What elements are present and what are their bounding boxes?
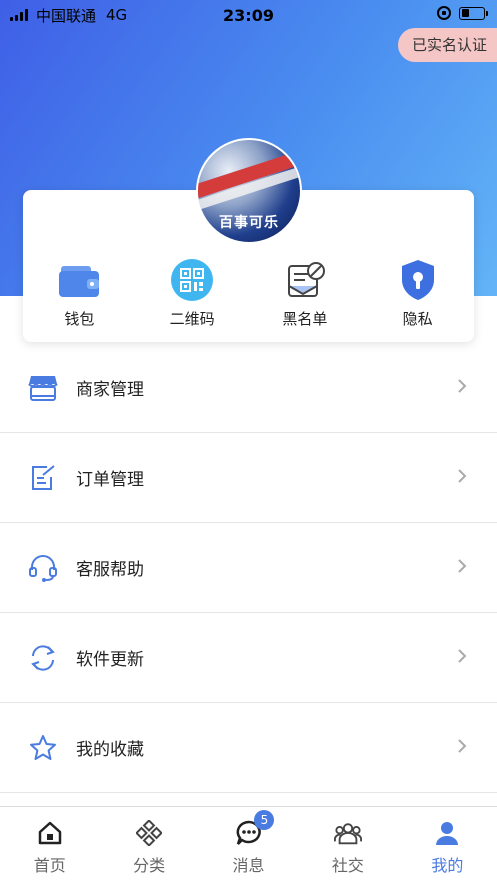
- battery-icon: [459, 6, 488, 20]
- home-icon: [36, 819, 64, 847]
- tab-messages[interactable]: 5 消息: [199, 807, 298, 883]
- quick-action-privacy[interactable]: 隐私: [361, 258, 474, 329]
- tab-social[interactable]: 社交: [298, 807, 397, 883]
- headset-icon: [28, 553, 58, 583]
- quick-action-wallet[interactable]: 钱包: [23, 258, 136, 329]
- bottom-tab-bar: 首页 分类 5 消息 社交 我的: [0, 806, 497, 883]
- avatar[interactable]: 百事可乐: [196, 138, 302, 244]
- quick-action-label: 隐私: [402, 310, 433, 328]
- status-right: [437, 6, 488, 20]
- quick-action-blacklist[interactable]: 黑名单: [249, 258, 362, 329]
- tab-label: 消息: [232, 856, 265, 875]
- menu-item-label: 客服帮助: [76, 560, 144, 580]
- status-bar: 中国联通 4G 23:09: [0, 0, 497, 30]
- chevron-right-icon: [457, 648, 467, 668]
- quick-action-label: 二维码: [169, 310, 215, 328]
- menu-item-label: 我的收藏: [76, 740, 144, 760]
- verified-badge[interactable]: 已实名认证: [397, 28, 497, 62]
- tab-profile[interactable]: 我的: [398, 807, 497, 883]
- category-icon: [135, 819, 163, 847]
- menu-list: 商家管理 订单管理 客服帮助 软件更新 我的收藏: [0, 343, 497, 793]
- order-edit-icon: [28, 463, 58, 493]
- tab-label: 首页: [33, 856, 66, 875]
- carrier-name: 中国联通: [36, 6, 97, 25]
- refresh-icon: [28, 643, 58, 673]
- menu-item-label: 订单管理: [76, 470, 144, 490]
- menu-item-orders[interactable]: 订单管理: [0, 433, 497, 523]
- menu-item-merchant[interactable]: 商家管理: [0, 343, 497, 433]
- wallet-icon: [57, 258, 101, 302]
- chevron-right-icon: [457, 558, 467, 578]
- avatar-logo-text: 百事可乐: [219, 215, 279, 231]
- social-icon: [333, 819, 362, 847]
- chevron-right-icon: [457, 468, 467, 488]
- battery-level: [461, 9, 469, 17]
- network-type: 4G: [106, 6, 128, 24]
- blacklist-icon: [283, 258, 327, 302]
- chevron-right-icon: [457, 378, 467, 398]
- unread-badge: 5: [254, 810, 275, 830]
- menu-item-favorites[interactable]: 我的收藏: [0, 703, 497, 793]
- quick-action-label: 钱包: [64, 310, 95, 328]
- quick-action-label: 黑名单: [282, 310, 328, 328]
- tab-home[interactable]: 首页: [0, 807, 99, 883]
- menu-item-support[interactable]: 客服帮助: [0, 523, 497, 613]
- store-icon: [28, 373, 58, 403]
- star-icon: [28, 733, 58, 763]
- rotation-lock-icon: [437, 6, 451, 20]
- privacy-shield-icon: [396, 258, 440, 302]
- menu-item-label: 软件更新: [76, 650, 144, 670]
- tab-category[interactable]: 分类: [99, 807, 198, 883]
- qrcode-icon: [170, 258, 214, 302]
- signal-strength-icon: [10, 9, 28, 21]
- chevron-right-icon: [457, 738, 467, 758]
- menu-item-update[interactable]: 软件更新: [0, 613, 497, 703]
- profile-icon: [433, 819, 461, 847]
- tab-label: 分类: [133, 856, 166, 875]
- menu-item-label: 商家管理: [76, 380, 144, 400]
- tab-label: 社交: [331, 856, 364, 875]
- tab-label: 我的: [431, 856, 464, 875]
- quick-action-qrcode[interactable]: 二维码: [136, 258, 249, 329]
